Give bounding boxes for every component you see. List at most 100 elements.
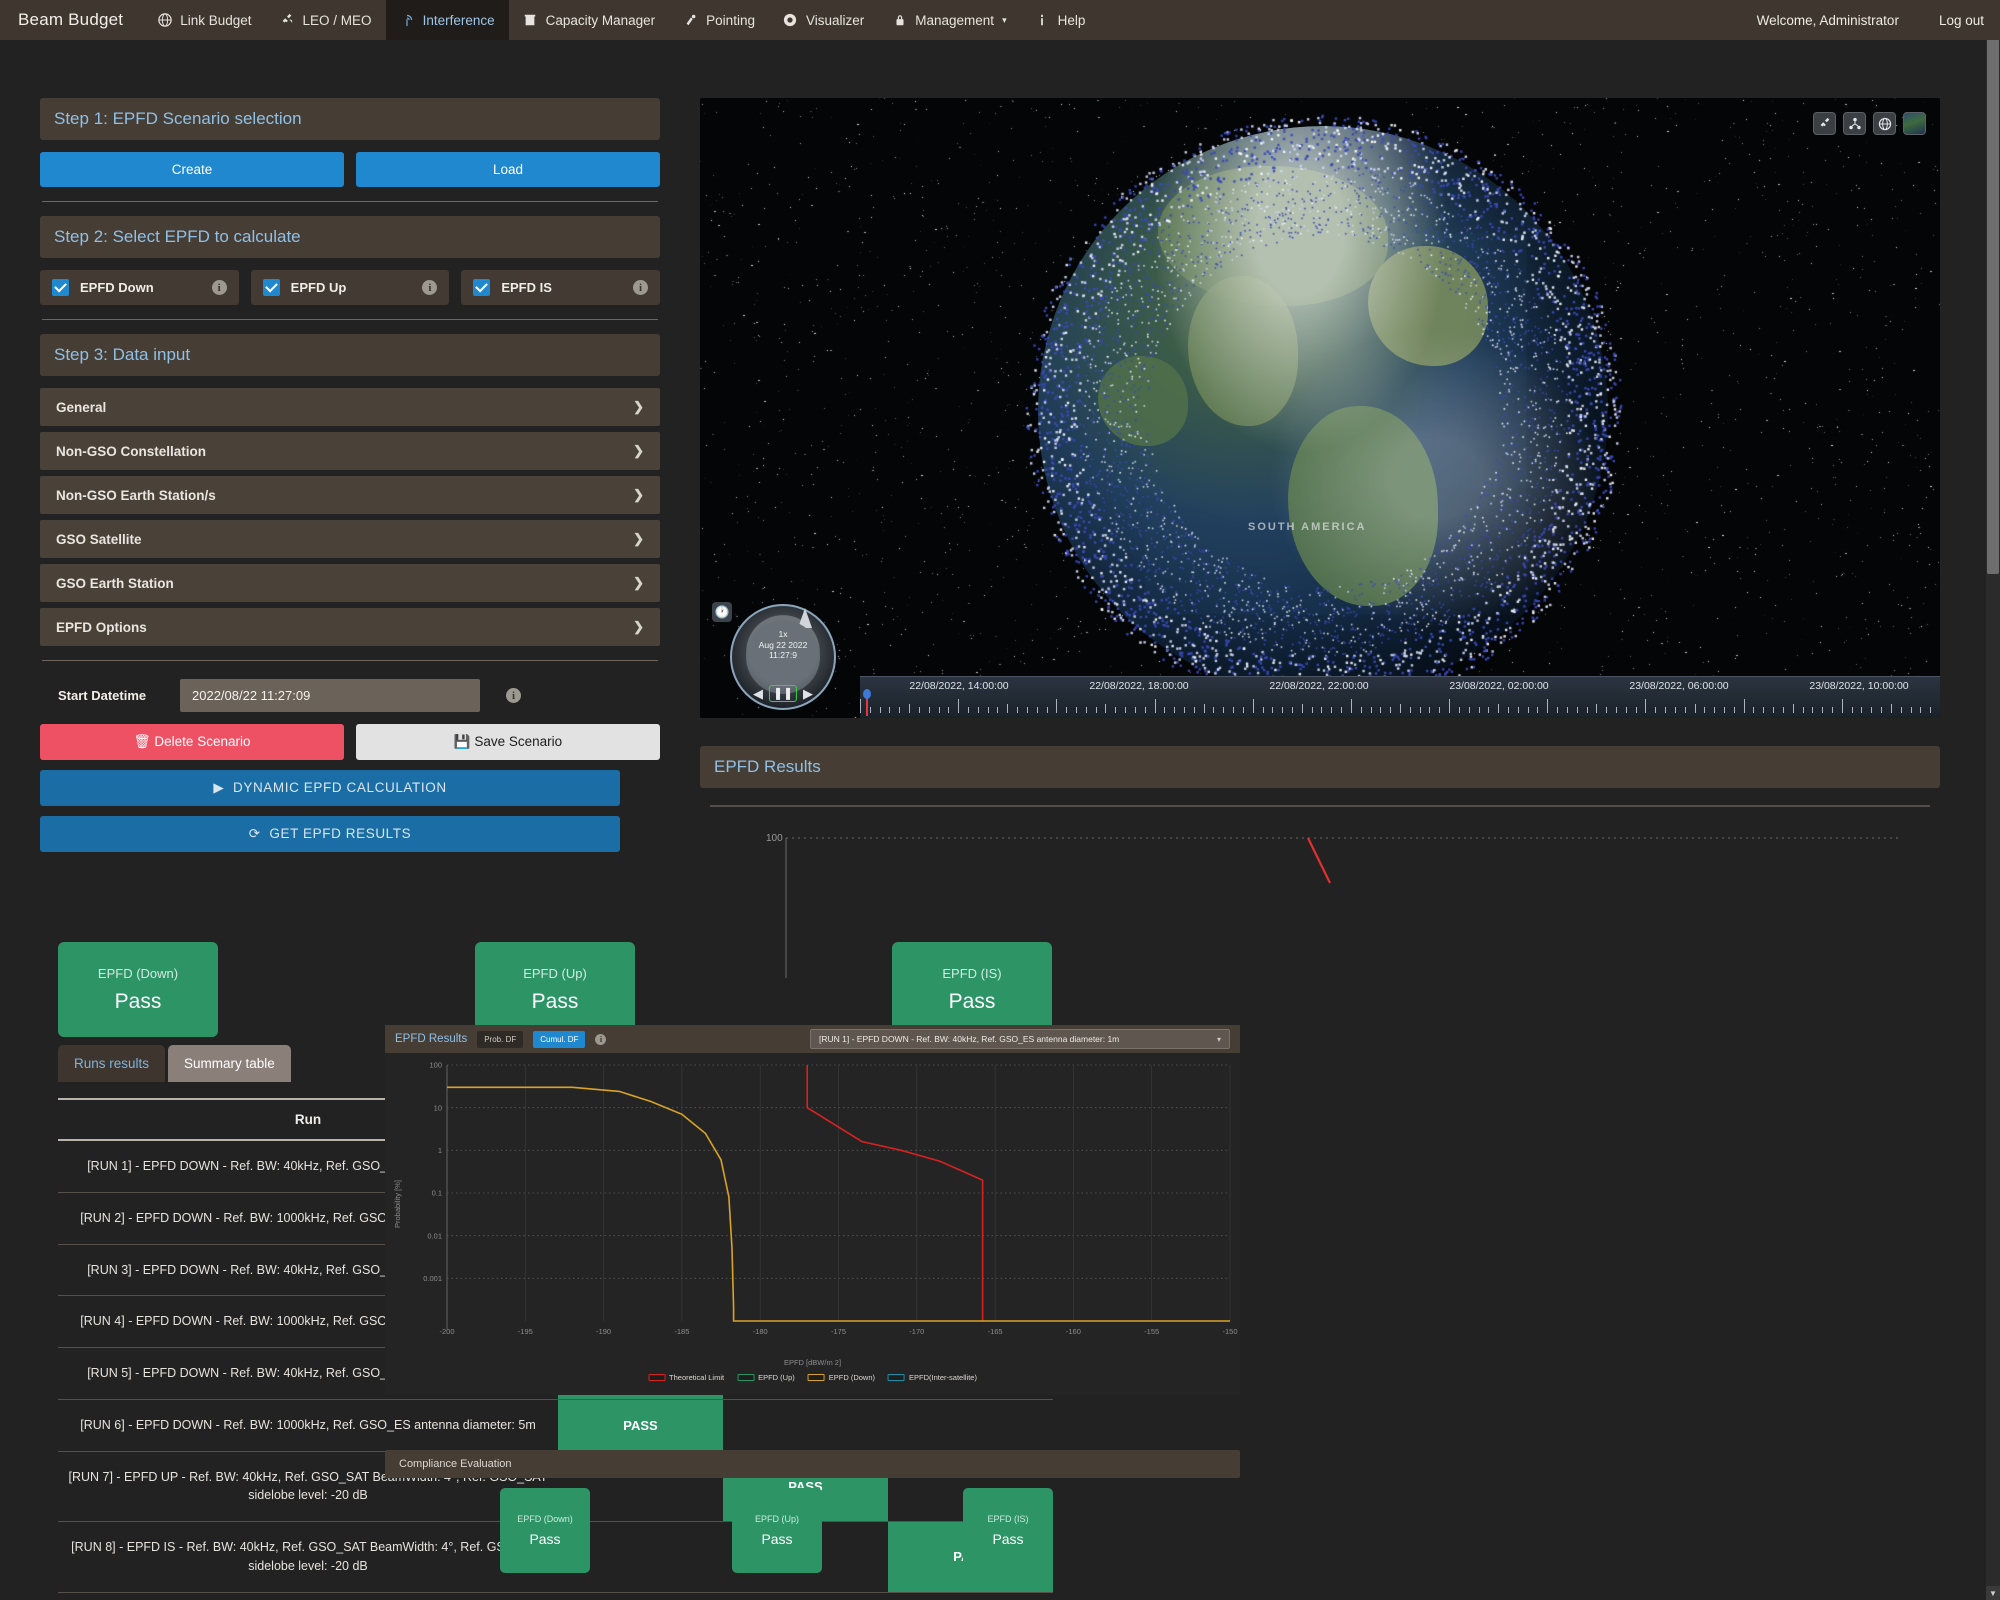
timeline-playhead[interactable] — [866, 696, 868, 716]
info-icon[interactable]: i — [212, 280, 227, 295]
get-epfd-results-button[interactable]: ⟳ GET EPFD RESULTS — [40, 816, 620, 852]
timeline-tick — [968, 707, 969, 713]
accordion-gso-satellite[interactable]: GSO Satellite ❯ — [40, 520, 660, 558]
nav-item-leo-meo[interactable]: LEO / MEO — [266, 0, 386, 40]
accordion-label: GSO Satellite — [56, 532, 142, 547]
timeline-tick — [919, 707, 920, 713]
save-scenario-button[interactable]: 💾 Save Scenario — [356, 724, 660, 760]
nav-item-management[interactable]: Management ▾ — [878, 0, 1020, 40]
accordion-non-gso-earth-stations[interactable]: Non-GSO Earth Station/s ❯ — [40, 476, 660, 514]
timeline-tick — [1204, 704, 1205, 713]
timeline-tick — [899, 707, 900, 713]
timeline-tick — [1832, 707, 1833, 713]
rewind-button[interactable]: ◀ — [753, 686, 763, 702]
timeline-tick — [939, 707, 940, 713]
accordion-general[interactable]: General ❯ — [40, 388, 660, 426]
get-results-row: ⟳ GET EPFD RESULTS — [40, 816, 660, 852]
delete-scenario-button[interactable]: 🗑 Delete Scenario — [40, 724, 344, 760]
timeline-scrubber[interactable]: 22/08/2022, 14:00:0022/08/2022, 18:00:00… — [860, 676, 1940, 718]
scroll-down-arrow-icon[interactable]: ▼ — [1986, 1586, 2000, 1600]
timeline-tick — [1047, 707, 1048, 713]
nav-item-link-budget[interactable]: Link Budget — [143, 0, 265, 40]
checkbox-epfd-down[interactable]: EPFD Down i — [40, 270, 239, 305]
compliance-card-value: Pass — [529, 1531, 560, 1547]
antenna-dish-icon — [683, 13, 698, 28]
pause-button[interactable]: ❚❚ — [769, 685, 797, 702]
compliance-card-epfd-up: EPFD (Up) Pass — [732, 1488, 822, 1573]
timeline-tick — [1852, 707, 1853, 713]
dynamic-epfd-calculation-button[interactable]: ▶ DYNAMIC EPFD CALCULATION — [40, 770, 620, 806]
legend-entry[interactable]: EPFD(Inter-satellite) — [888, 1373, 977, 1382]
timeline-label: 22/08/2022, 14:00:00 — [909, 680, 1008, 692]
timeline-tick — [1645, 699, 1646, 713]
timeline-tick — [1371, 707, 1372, 713]
svg-text:100: 100 — [766, 833, 783, 844]
prob-df-button[interactable]: Prob. DF — [477, 1031, 523, 1048]
info-icon[interactable]: i — [633, 280, 648, 295]
nav-item-visualizer[interactable]: Visualizer — [769, 0, 878, 40]
clock-icon[interactable]: 🕐 — [712, 602, 732, 622]
legend-label: EPFD (Up) — [758, 1373, 795, 1382]
step2-header: Step 2: Select EPFD to calculate — [40, 216, 660, 258]
info-icon[interactable]: i — [506, 688, 521, 703]
status-card-value: Pass — [949, 990, 996, 1014]
checkbox-icon[interactable] — [263, 279, 280, 296]
globe-icon[interactable] — [1873, 112, 1896, 135]
nav-label: Link Budget — [180, 13, 251, 28]
checkbox-epfd-is[interactable]: EPFD IS i — [461, 270, 660, 305]
compliance-cards: EPFD (Down) Pass EPFD (Up) Pass EPFD (IS… — [385, 1488, 1240, 1578]
nav-item-help[interactable]: Help — [1021, 0, 1100, 40]
legend-entry[interactable]: Theoretical Limit — [648, 1373, 724, 1382]
forward-button[interactable]: ▶ — [803, 686, 813, 702]
eye-icon — [783, 13, 798, 28]
chart-x-tick: -150 — [1222, 1327, 1237, 1336]
satellite-constellation — [1018, 106, 1628, 716]
compliance-card-label: EPFD (Up) — [755, 1514, 799, 1524]
timeline-tick — [1145, 707, 1146, 713]
chart-x-tick: -180 — [753, 1327, 768, 1336]
timeline-tick — [1155, 699, 1156, 713]
chart-x-tick: -160 — [1066, 1327, 1081, 1336]
timeline-tick — [1135, 707, 1136, 713]
clock-dial[interactable]: 1x Aug 22 2022 11:27:9 ◀ ❚❚ ▶ — [730, 604, 836, 710]
cumul-df-button[interactable]: Cumul. DF — [533, 1031, 585, 1048]
run-select-dropdown[interactable]: [RUN 1] - EPFD DOWN - Ref. BW: 40kHz, Re… — [810, 1029, 1230, 1049]
load-scenario-button[interactable]: Load — [356, 152, 660, 187]
info-icon[interactable]: i — [595, 1034, 606, 1045]
globe-visualizer[interactable]: SOUTH AMERICA 🕐 1x Aug 22 2022 11:27:9 — [700, 98, 1940, 718]
timeline-tick — [1587, 707, 1588, 713]
accordion-non-gso-constellation[interactable]: Non-GSO Constellation ❯ — [40, 432, 660, 470]
timeline-tick — [1027, 707, 1028, 713]
checkbox-icon[interactable] — [473, 279, 490, 296]
accordion-epfd-options[interactable]: EPFD Options ❯ — [40, 608, 660, 646]
info-icon[interactable]: i — [422, 280, 437, 295]
create-scenario-button[interactable]: Create — [40, 152, 344, 187]
timeline-tick — [1842, 699, 1843, 713]
checkbox-epfd-up[interactable]: EPFD Up i — [251, 270, 450, 305]
nav-item-capacity-manager[interactable]: Capacity Manager — [509, 0, 670, 40]
cell-epfd-down: PASS — [558, 1399, 723, 1451]
earth-thumbnail-icon[interactable] — [1903, 112, 1926, 135]
tab-summary-table[interactable]: Summary table — [168, 1045, 291, 1082]
network-icon[interactable] — [1843, 112, 1866, 135]
chevron-right-icon: ❯ — [633, 531, 644, 547]
chevron-down-icon: ▾ — [1002, 15, 1007, 26]
legend-entry[interactable]: EPFD (Up) — [737, 1373, 795, 1382]
time-control-widget[interactable]: 🕐 1x Aug 22 2022 11:27:9 ◀ ❚❚ ▶ — [708, 600, 848, 710]
nav-item-pointing[interactable]: Pointing — [669, 0, 769, 40]
scrollbar-thumb[interactable] — [1987, 14, 1999, 574]
accordion-gso-earth-station[interactable]: GSO Earth Station ❯ — [40, 564, 660, 602]
legend-entry[interactable]: EPFD (Down) — [808, 1373, 875, 1382]
nav-item-interference[interactable]: Interference — [386, 0, 509, 40]
timeline-tick — [1822, 707, 1823, 713]
page-scrollbar[interactable]: ▲ ▼ — [1986, 0, 2000, 1600]
clock-date: Aug 22 2022 — [759, 640, 808, 651]
tab-runs-results[interactable]: Runs results — [58, 1045, 165, 1082]
chart-svg: 1001010.10.010.001-200-195-190-185-180-1… — [385, 1053, 1240, 1395]
checkbox-icon[interactable] — [52, 279, 69, 296]
logout-button[interactable]: Log out — [1915, 0, 2000, 40]
satellite-icon[interactable] — [1813, 112, 1836, 135]
start-datetime-label: Start Datetime — [40, 688, 180, 703]
chart-x-tick: -165 — [988, 1327, 1003, 1336]
start-datetime-input[interactable] — [180, 679, 480, 712]
